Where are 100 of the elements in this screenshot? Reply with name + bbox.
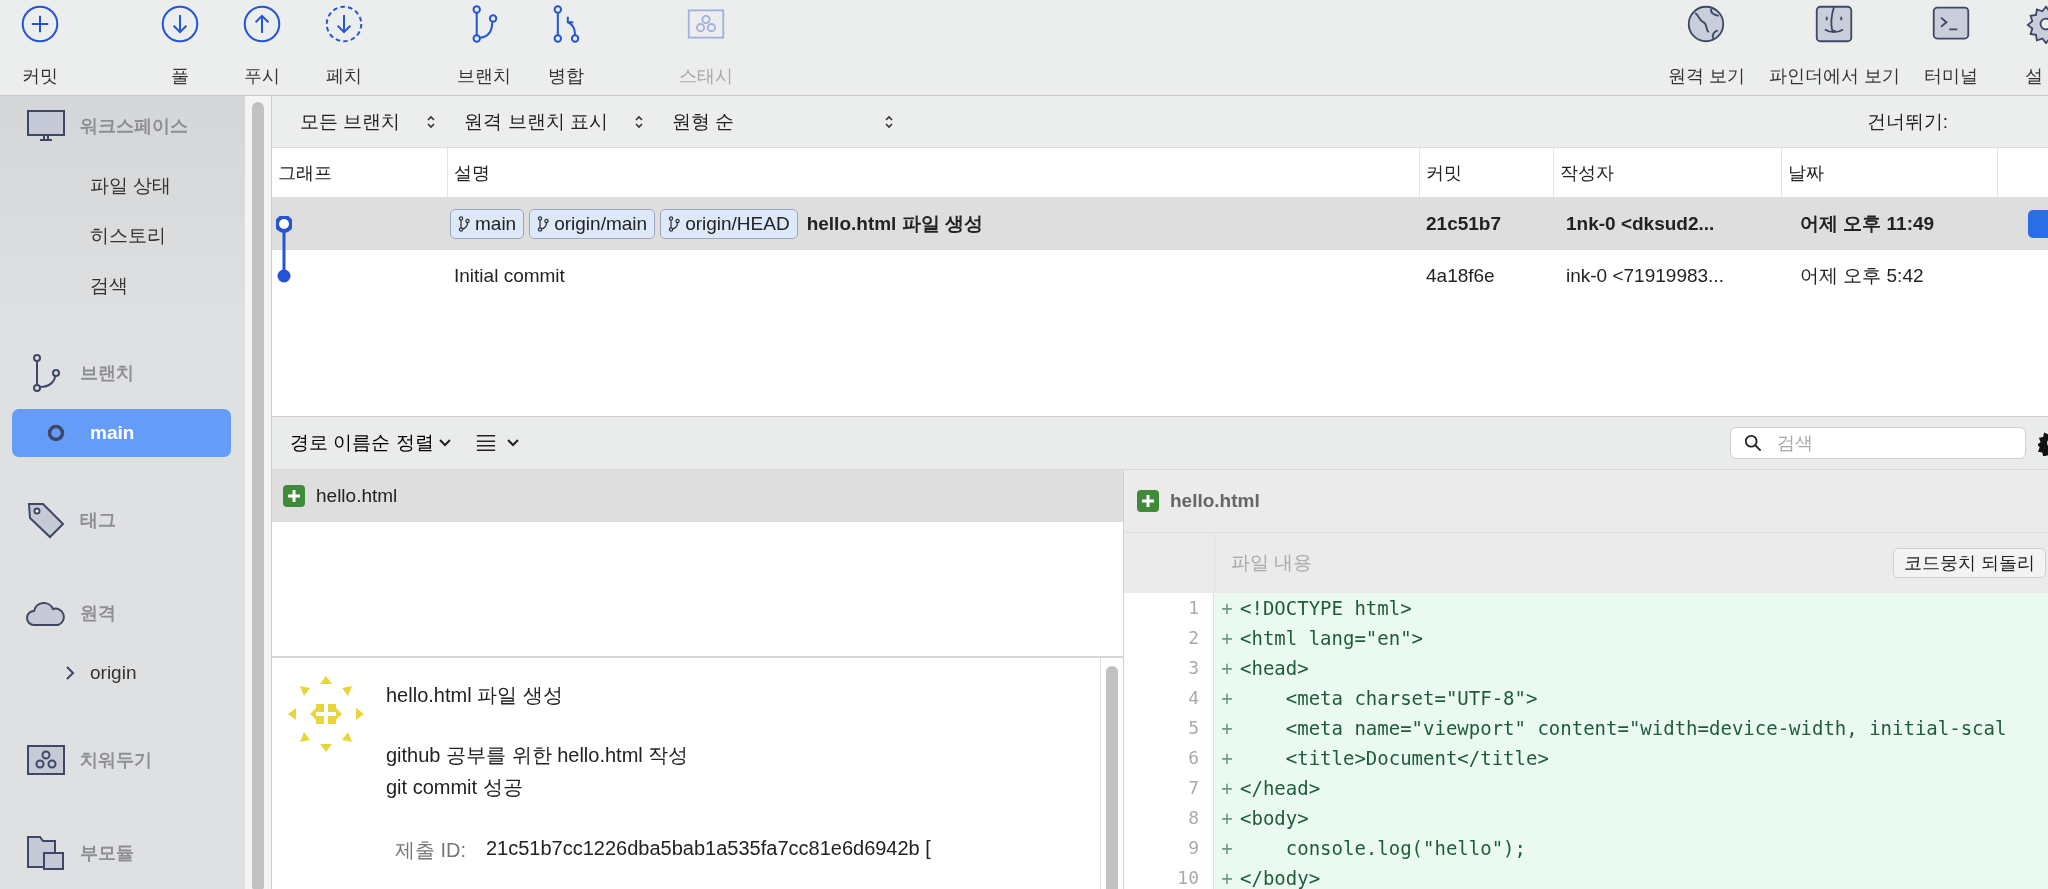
toolbar-label: 원격 보기 bbox=[1667, 65, 1745, 88]
line-number: 6 bbox=[1124, 743, 1214, 773]
section-heading: 치워두기 bbox=[80, 749, 152, 772]
commit-author: ink-0 <71919983... bbox=[1565, 265, 1725, 287]
chevron-icon[interactable] bbox=[64, 665, 76, 681]
discard-hunk-button[interactable]: 코드뭉치 되돌리 bbox=[1893, 548, 2046, 578]
caret-icon bbox=[437, 438, 452, 448]
up-arrow-circle-icon[interactable] bbox=[242, 4, 282, 44]
filter-dropdown[interactable]: 모든 브랜치 bbox=[290, 104, 447, 139]
toolbar-label: 브랜치 bbox=[457, 65, 511, 88]
commit-hash: 21c51b7 bbox=[1425, 213, 1502, 235]
branch-icon bbox=[537, 216, 550, 232]
column-header[interactable]: 커밋 bbox=[1420, 148, 1554, 197]
toolbar-label: 설 bbox=[2025, 65, 2043, 88]
commit-author: 1nk-0 <dksud2... bbox=[1565, 213, 1716, 235]
diff-sign: + bbox=[1220, 836, 1234, 861]
filter-dropdown[interactable]: 원형 순 bbox=[661, 104, 905, 139]
scrollbar-thumb[interactable] bbox=[252, 102, 264, 889]
sidebar-item[interactable]: origin bbox=[12, 649, 231, 697]
hunk-title: 파일 내용 bbox=[1231, 551, 1313, 575]
commit-hash: 4a18f6e bbox=[1425, 265, 1496, 287]
caret-icon bbox=[505, 438, 520, 448]
commit-body-line: github 공부를 위한 hello.html 작성 bbox=[386, 743, 690, 768]
folders-icon bbox=[26, 833, 66, 873]
scrollbar-thumb[interactable] bbox=[1106, 666, 1118, 889]
toolbar-label: 페치 bbox=[326, 65, 362, 88]
branch-icon bbox=[458, 216, 470, 232]
code-line: <head> bbox=[1240, 656, 1309, 681]
column-header[interactable]: 작성자 bbox=[1554, 148, 1782, 197]
commit-row[interactable]: Initial commit 4a18f6e ink-0 <71919983... 어제 오후 5:42 bbox=[272, 250, 2048, 302]
column-header[interactable]: 설명 bbox=[448, 148, 1420, 197]
updown-icon bbox=[884, 113, 895, 130]
jump-label: 건너뛰기: bbox=[1866, 109, 1948, 134]
code-line: <meta name="viewport" content="width=device-width, initial-scal bbox=[1284, 716, 2007, 741]
toolbar-label: 커밋 bbox=[22, 65, 58, 88]
search-field[interactable]: 검색 bbox=[1730, 427, 2026, 459]
toolbar-label: 터미널 bbox=[1924, 65, 1978, 88]
list-icon bbox=[475, 433, 496, 453]
section-heading: 부모듈 bbox=[80, 842, 134, 865]
diff-sign: + bbox=[1220, 866, 1234, 889]
face-icon[interactable] bbox=[1814, 4, 1855, 44]
down-arrow-circle-icon[interactable] bbox=[160, 4, 200, 44]
diff-sign: + bbox=[1220, 656, 1234, 681]
section-heading: 원격 bbox=[80, 602, 116, 625]
file-name: hello.html bbox=[1170, 490, 1260, 512]
diff-sign: + bbox=[1220, 746, 1234, 771]
line-number: 4 bbox=[1124, 683, 1214, 713]
section-heading: 태그 bbox=[80, 509, 116, 532]
commit-message: hello.html 파일 생성 bbox=[805, 212, 983, 236]
field-value: 21c51b7cc1226dba5bab1a535fa7cc81e6d6942b [ bbox=[486, 837, 931, 861]
sort-dropdown[interactable]: 경로 이름순 정렬 bbox=[290, 430, 452, 456]
line-number: 3 bbox=[1124, 653, 1214, 683]
sidebar-item[interactable]: 파일 상태 bbox=[12, 162, 231, 210]
line-number: 2 bbox=[1124, 623, 1214, 653]
code-line: <meta charset="UTF-8"> bbox=[1284, 686, 1538, 711]
updown-icon bbox=[426, 113, 437, 130]
line-number: 5 bbox=[1124, 713, 1214, 743]
section-heading: 브랜치 bbox=[80, 362, 134, 385]
code-line: <html lang="en"> bbox=[1240, 626, 1424, 651]
code-line: </body> bbox=[1240, 866, 1321, 889]
list-view-button[interactable] bbox=[475, 433, 520, 453]
commit-message: Initial commit bbox=[453, 265, 565, 287]
commit-row[interactable]: main origin/main origin/HEAD hello.html 파일 생성 21c51b7 1nk-0 <dksud2... 어제 오후 11:49 bbox=[272, 198, 2048, 250]
branch-icon bbox=[668, 216, 681, 232]
line-number: 8 bbox=[1124, 803, 1214, 833]
commit-date: 어제 오후 5:42 bbox=[1799, 264, 1925, 288]
section-heading: 워크스페이스 bbox=[80, 115, 188, 138]
diff-sign: + bbox=[1220, 596, 1234, 621]
filter-dropdown[interactable]: 원격 브랜치 표시 bbox=[454, 104, 654, 139]
diff-sign: + bbox=[1220, 716, 1234, 741]
file-row[interactable]: hello.html bbox=[272, 470, 1123, 522]
diff-sign: + bbox=[1220, 686, 1234, 711]
code-line: <!DOCTYPE html> bbox=[1240, 596, 1412, 621]
diff-sign: + bbox=[1220, 626, 1234, 651]
sidebar-item[interactable]: 히스토리 bbox=[12, 212, 231, 260]
toolbar-label: 파인더에서 보기 bbox=[1769, 65, 1900, 88]
line-number: 1 bbox=[1124, 593, 1214, 623]
commit-body-line: git commit 성공 bbox=[386, 775, 524, 800]
diff-sign: + bbox=[1220, 776, 1234, 801]
toolbar-label: 병합 bbox=[548, 65, 584, 88]
branch-tag[interactable]: main bbox=[450, 209, 525, 239]
field-label: 제출 ID: bbox=[393, 838, 466, 863]
column-header[interactable]: 날짜 bbox=[1782, 148, 1998, 197]
plus-circle-icon[interactable] bbox=[20, 4, 60, 44]
sidebar-item[interactable]: 검색 bbox=[12, 262, 231, 310]
commit-title: hello.html 파일 생성 bbox=[386, 683, 564, 708]
search-icon bbox=[1744, 434, 1762, 452]
toolbar-label: 스태시 bbox=[679, 65, 733, 88]
line-number: 9 bbox=[1124, 833, 1214, 863]
globe-icon[interactable] bbox=[1686, 4, 1727, 44]
avatar-icon bbox=[286, 674, 366, 754]
updown-icon bbox=[633, 113, 644, 130]
branch-tag[interactable]: origin/main bbox=[529, 209, 656, 239]
toolbar-label: 풀 bbox=[171, 65, 189, 88]
code-line: console.log("hello"); bbox=[1284, 836, 1526, 861]
toolbar-label: 푸시 bbox=[244, 65, 280, 88]
branch-tag[interactable]: origin/HEAD bbox=[660, 209, 798, 239]
column-header[interactable]: 그래프 bbox=[272, 148, 448, 197]
diff-sign: + bbox=[1220, 806, 1234, 831]
line-number: 7 bbox=[1124, 773, 1214, 803]
